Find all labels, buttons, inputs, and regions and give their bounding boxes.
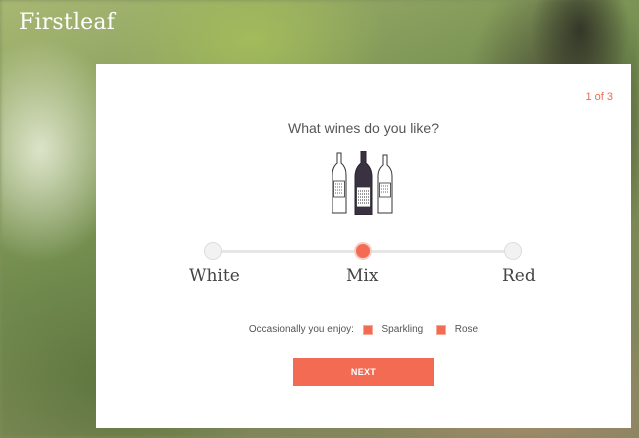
white-bottle-icon: [332, 152, 347, 214]
rose-checkbox[interactable]: [435, 324, 446, 335]
occasional-prompt: Occasionally you enjoy:: [248, 324, 354, 335]
rose-bottle-icon: [377, 154, 393, 214]
option-label-mix[interactable]: Mix: [346, 266, 378, 286]
step-indicator: 1 of 3: [585, 91, 613, 103]
wine-bottles-icon: [332, 151, 393, 215]
slider-stop-mix[interactable]: [354, 242, 372, 260]
slider-stop-white[interactable]: [204, 242, 222, 260]
rose-label[interactable]: Rose: [455, 324, 478, 335]
brand-logo[interactable]: Firstleaf: [19, 10, 115, 35]
question-title: What wines do you like?: [288, 120, 439, 136]
sparkling-checkbox[interactable]: [362, 324, 373, 335]
next-button[interactable]: NEXT: [293, 358, 434, 386]
option-label-white[interactable]: White: [189, 266, 240, 286]
sparkling-label[interactable]: Sparkling: [382, 324, 424, 335]
red-bottle-icon: [354, 151, 373, 215]
slider-stop-red[interactable]: [504, 242, 522, 260]
quiz-card: 1 of 3 What wines do you like? White Mix…: [96, 64, 631, 428]
occasional-row: Occasionally you enjoy: Sparkling Rose: [96, 324, 631, 335]
option-label-red[interactable]: Red: [502, 266, 536, 286]
